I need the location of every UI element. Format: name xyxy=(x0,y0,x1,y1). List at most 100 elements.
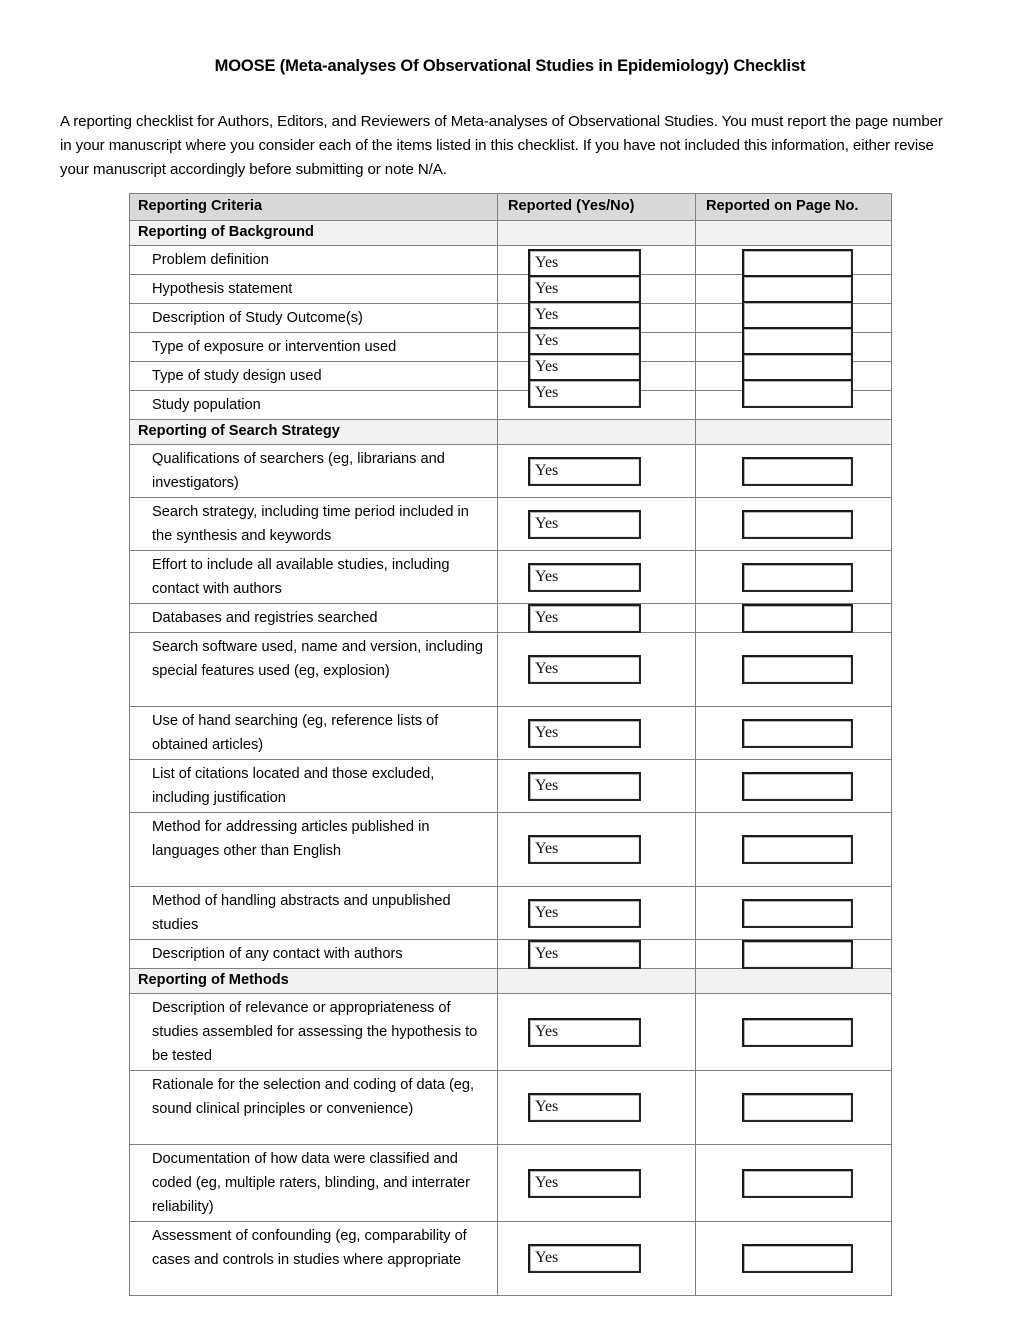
header-reported-label: Reported (Yes/No) xyxy=(508,198,635,214)
criteria-cell: Use of hand searching (eg, reference lis… xyxy=(129,706,498,760)
reported-yesno-field[interactable]: Yes xyxy=(528,835,641,864)
criteria-label: Rationale for the selection and coding o… xyxy=(152,1077,475,1117)
reported-page-field[interactable] xyxy=(742,301,853,330)
reported-page-field[interactable] xyxy=(742,275,853,304)
criteria-cell: Documentation of how data were classifie… xyxy=(129,1144,498,1222)
section-title-cell: Reporting of Background xyxy=(129,220,498,246)
section-page-cell xyxy=(695,419,892,445)
table-header-row: Reporting Criteria Reported (Yes/No) Repor… xyxy=(129,193,892,221)
section-page-cell xyxy=(695,968,892,994)
section-page-cell xyxy=(695,220,892,246)
criteria-cell: Effort to include all available studies,… xyxy=(129,550,498,604)
reported-page-field[interactable] xyxy=(742,1018,853,1047)
criteria-label: Description of any contact with authors xyxy=(152,946,403,962)
reported-yesno-field[interactable]: Yes xyxy=(528,563,641,592)
criteria-cell: Method for addressing articles published… xyxy=(129,812,498,887)
reported-yesno-field[interactable]: Yes xyxy=(528,301,641,330)
section-title-cell: Reporting of Search Strategy xyxy=(129,419,498,445)
criteria-label: Description of relevance or appropriaten… xyxy=(152,1000,478,1064)
reported-page-field[interactable] xyxy=(742,1093,853,1122)
header-reported: Reported (Yes/No) xyxy=(497,193,696,221)
criteria-label: Documentation of how data were classifie… xyxy=(152,1151,470,1215)
criteria-label: Qualifications of searchers (eg, librari… xyxy=(152,451,445,491)
criteria-cell: Type of study design used xyxy=(129,361,498,391)
reported-page-field[interactable] xyxy=(742,899,853,928)
criteria-label: Hypothesis statement xyxy=(152,281,293,297)
section-header-row: Reporting of Methods xyxy=(129,968,892,994)
reported-yesno-field[interactable]: Yes xyxy=(528,379,641,408)
reported-page-field[interactable] xyxy=(742,772,853,801)
reported-page-field[interactable] xyxy=(742,353,853,382)
header-page-label: Reported on Page No. xyxy=(706,198,859,214)
criteria-label: List of citations located and those excl… xyxy=(152,766,435,806)
criteria-cell: Method of handling abstracts and unpubli… xyxy=(129,886,498,940)
section-title: Reporting of Search Strategy xyxy=(138,423,340,439)
reported-yesno-field[interactable]: Yes xyxy=(528,1169,641,1198)
reported-yesno-field[interactable]: Yes xyxy=(528,327,641,356)
criteria-label: Type of study design used xyxy=(152,368,322,384)
reported-page-field[interactable] xyxy=(742,510,853,539)
criteria-cell: Assessment of confounding (eg, comparabi… xyxy=(129,1221,498,1296)
header-criteria: Reporting Criteria xyxy=(129,193,498,221)
section-title-cell: Reporting of Methods xyxy=(129,968,498,994)
section-title: Reporting of Methods xyxy=(138,972,289,988)
criteria-label: Use of hand searching (eg, reference lis… xyxy=(152,713,439,753)
section-title: Reporting of Background xyxy=(138,224,314,240)
criteria-cell: Problem definition xyxy=(129,245,498,275)
reported-yesno-field[interactable]: Yes xyxy=(528,510,641,539)
page-title: MOOSE (Meta-analyses Of Observational St… xyxy=(214,57,806,75)
criteria-cell: Hypothesis statement xyxy=(129,274,498,304)
criteria-label: Assessment of confounding (eg, comparabi… xyxy=(152,1228,467,1268)
reported-yesno-field[interactable]: Yes xyxy=(528,353,641,382)
criteria-cell: List of citations located and those excl… xyxy=(129,759,498,813)
reported-yesno-field[interactable]: Yes xyxy=(528,1093,641,1122)
reported-page-field[interactable] xyxy=(742,379,853,408)
reported-page-field[interactable] xyxy=(742,457,853,486)
criteria-label: Effort to include all available studies,… xyxy=(152,557,450,597)
section-reported-cell xyxy=(497,968,696,994)
reported-page-field[interactable] xyxy=(742,563,853,592)
reported-yesno-field[interactable]: Yes xyxy=(528,1018,641,1047)
criteria-label: Search software used, name and version, … xyxy=(152,639,483,679)
reported-page-field[interactable] xyxy=(742,327,853,356)
criteria-cell: Search software used, name and version, … xyxy=(129,632,498,707)
reported-page-field[interactable] xyxy=(742,1169,853,1198)
criteria-label: Databases and registries searched xyxy=(152,610,378,626)
criteria-cell: Qualifications of searchers (eg, librari… xyxy=(129,444,498,498)
criteria-label: Method for addressing articles published… xyxy=(152,819,430,859)
criteria-cell: Databases and registries searched xyxy=(129,603,498,633)
reported-yesno-field[interactable]: Yes xyxy=(528,940,641,969)
reported-yesno-field[interactable]: Yes xyxy=(528,719,641,748)
header-page: Reported on Page No. xyxy=(695,193,892,221)
criteria-label: Study population xyxy=(152,397,261,413)
reported-page-field[interactable] xyxy=(742,604,853,633)
reported-yesno-field[interactable]: Yes xyxy=(528,604,641,633)
reported-yesno-field[interactable]: Yes xyxy=(528,457,641,486)
section-header-row: Reporting of Background xyxy=(129,220,892,246)
criteria-label: Method of handling abstracts and unpubli… xyxy=(152,893,451,933)
reported-page-field[interactable] xyxy=(742,940,853,969)
reported-yesno-field[interactable]: Yes xyxy=(528,249,641,278)
header-criteria-label: Reporting Criteria xyxy=(138,198,263,214)
reported-page-field[interactable] xyxy=(742,249,853,278)
criteria-label: Search strategy, including time period i… xyxy=(152,504,469,544)
section-reported-cell xyxy=(497,419,696,445)
reported-yesno-field[interactable]: Yes xyxy=(528,772,641,801)
criteria-label: Type of exposure or intervention used xyxy=(152,339,397,355)
reported-page-field[interactable] xyxy=(742,655,853,684)
criteria-cell: Description of Study Outcome(s) xyxy=(129,303,498,333)
criteria-cell: Rationale for the selection and coding o… xyxy=(129,1070,498,1145)
section-header-row: Reporting of Search Strategy xyxy=(129,419,892,445)
criteria-cell: Description of any contact with authors xyxy=(129,939,498,969)
section-reported-cell xyxy=(497,220,696,246)
reported-yesno-field[interactable]: Yes xyxy=(528,1244,641,1273)
reported-page-field[interactable] xyxy=(742,719,853,748)
reported-page-field[interactable] xyxy=(742,835,853,864)
reported-yesno-field[interactable]: Yes xyxy=(528,655,641,684)
criteria-label: Description of Study Outcome(s) xyxy=(152,310,363,326)
reported-yesno-field[interactable]: Yes xyxy=(528,899,641,928)
criteria-cell: Search strategy, including time period i… xyxy=(129,497,498,551)
reported-yesno-field[interactable]: Yes xyxy=(528,275,641,304)
criteria-cell: Type of exposure or intervention used xyxy=(129,332,498,362)
reported-page-field[interactable] xyxy=(742,1244,853,1273)
